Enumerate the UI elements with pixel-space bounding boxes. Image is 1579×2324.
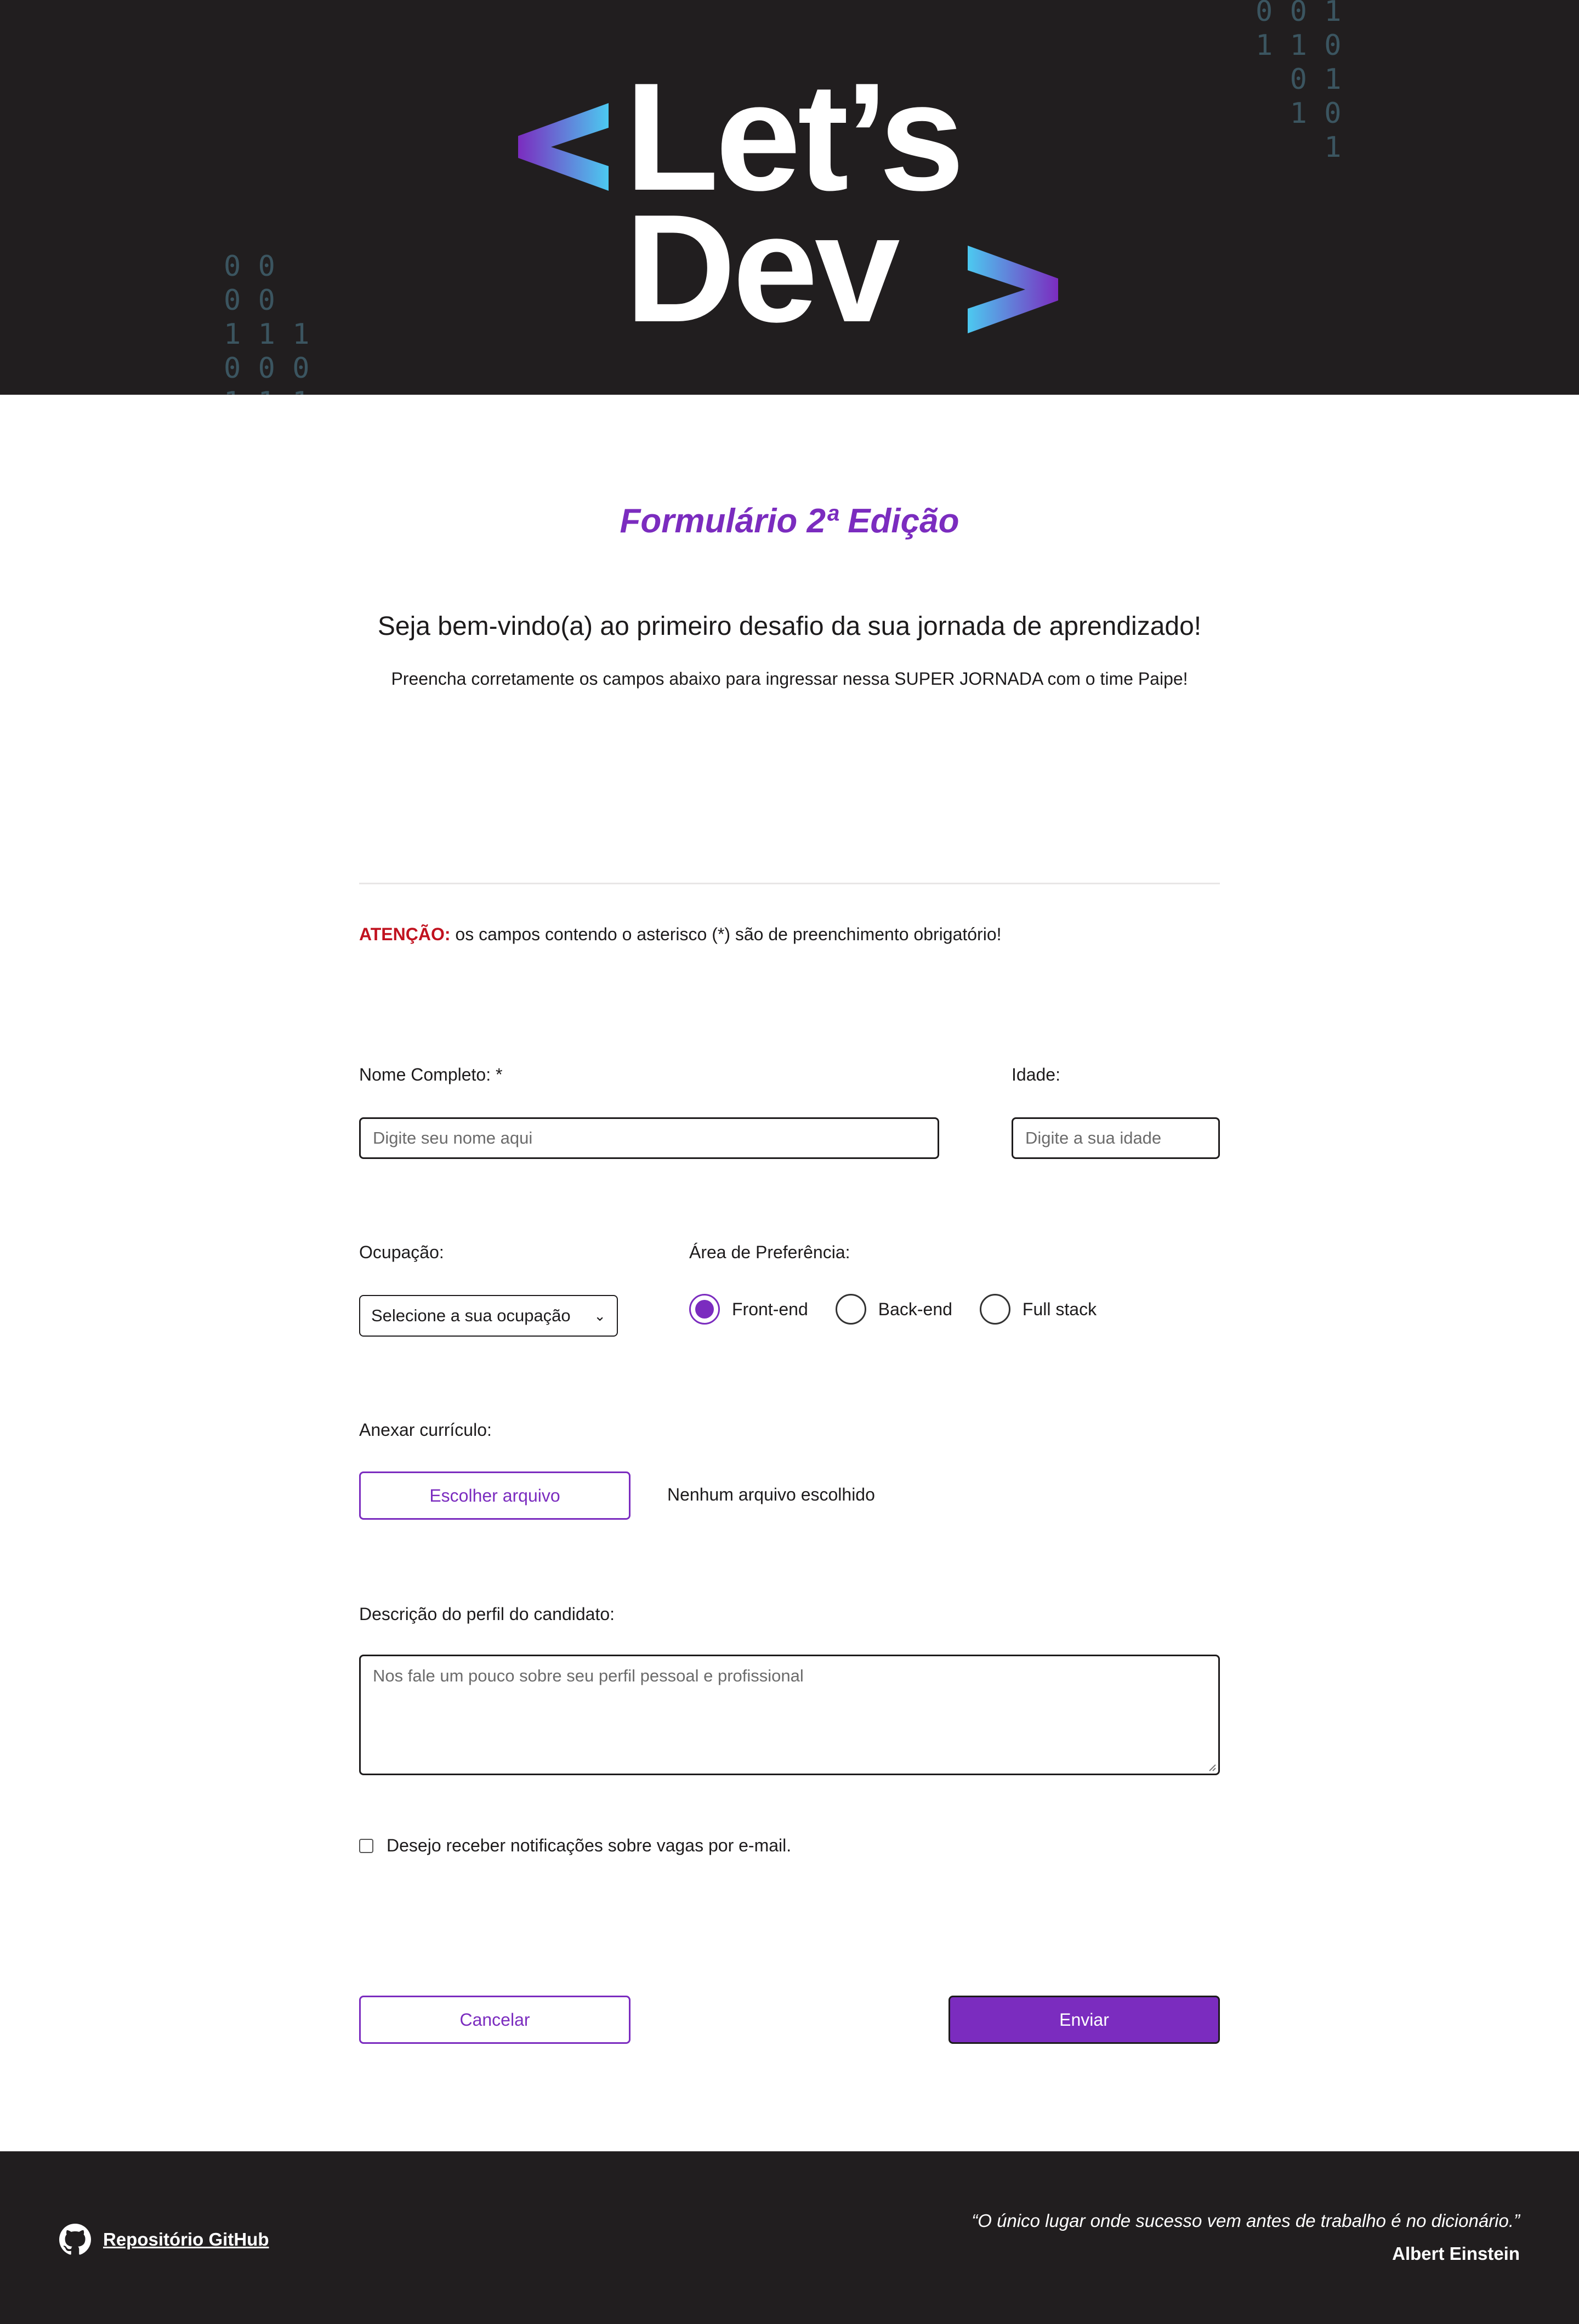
resume-label: Anexar currículo: bbox=[359, 1420, 492, 1440]
radio-back-end[interactable]: Back-end bbox=[835, 1294, 952, 1325]
notify-checkbox[interactable] bbox=[359, 1838, 373, 1853]
github-link[interactable]: Repositório GitHub bbox=[59, 2224, 269, 2255]
occupation-label: Ocupação: bbox=[359, 1242, 444, 1262]
header-banner: 0 0 0 0 1 1 1 0 0 0 1 1 1 0 0 1 1 1 0 0 … bbox=[0, 0, 1579, 395]
area-label: Área de Preferência: bbox=[689, 1242, 850, 1262]
binary-decoration-right: 0 0 1 1 1 0 0 1 1 0 1 bbox=[1256, 0, 1342, 164]
welcome-subtitle: Preencha corretamente os campos abaixo p… bbox=[391, 669, 1188, 689]
name-input[interactable]: Digite seu nome aqui bbox=[359, 1117, 939, 1159]
quote-author: Albert Einstein bbox=[1392, 2243, 1520, 2264]
radio-full-stack[interactable]: Full stack bbox=[979, 1294, 1097, 1325]
radio-label-full-stack: Full stack bbox=[1022, 1299, 1097, 1319]
age-input[interactable]: Digite a sua idade bbox=[1012, 1117, 1220, 1159]
notify-label: Desejo receber notificações sobre vagas … bbox=[387, 1836, 792, 1855]
required-notice: ATENÇÃO: os campos contendo o asterisco … bbox=[359, 924, 1002, 945]
attention-label: ATENÇÃO: bbox=[359, 924, 451, 944]
logo-word-dev: Dev bbox=[625, 183, 900, 354]
footer-quote: “O único lugar onde sucesso vem antes de… bbox=[972, 2211, 1520, 2264]
area-radio-group: Front-end Back-end Full stack bbox=[689, 1294, 1124, 1325]
description-placeholder: Nos fale um pouco sobre seu perfil pesso… bbox=[373, 1666, 804, 1685]
file-status-text: Nenhum arquivo escolhido bbox=[667, 1485, 875, 1504]
notify-checkbox-row[interactable]: Desejo receber notificações sobre vagas … bbox=[359, 1836, 791, 1856]
occupation-selected-value: Selecione a sua ocupação bbox=[371, 1306, 571, 1325]
footer: Repositório GitHub “O único lugar onde s… bbox=[0, 2151, 1579, 2324]
welcome-heading: Seja bem-vindo(a) ao primeiro desafio da… bbox=[377, 612, 1202, 641]
age-label: Idade: bbox=[1012, 1065, 1060, 1084]
logo-bracket-left-icon bbox=[518, 103, 609, 191]
chevron-down-icon: ⌄ bbox=[594, 1307, 606, 1324]
lets-dev-logo: Let’s Dev bbox=[515, 60, 1069, 345]
radio-front-end[interactable]: Front-end bbox=[689, 1294, 808, 1325]
binary-decoration-left: 0 0 0 0 1 1 1 0 0 0 1 1 1 bbox=[224, 250, 310, 395]
submit-button[interactable]: Enviar bbox=[948, 1996, 1220, 2044]
occupation-select[interactable]: Selecione a sua ocupação ⌄ bbox=[359, 1295, 618, 1337]
radio-label-front-end: Front-end bbox=[732, 1299, 808, 1319]
logo-bracket-right-icon bbox=[968, 246, 1058, 333]
quote-text: “O único lugar onde sucesso vem antes de… bbox=[972, 2211, 1520, 2231]
github-link-label: Repositório GitHub bbox=[103, 2229, 269, 2249]
attention-text: os campos contendo o asterisco (*) são d… bbox=[450, 924, 1002, 944]
section-divider bbox=[359, 883, 1220, 884]
radio-label-back-end: Back-end bbox=[878, 1299, 952, 1319]
description-label: Descrição do perfil do candidato: bbox=[359, 1604, 615, 1624]
page-title: Formulário 2ª Edição bbox=[620, 502, 959, 540]
description-textarea[interactable]: Nos fale um pouco sobre seu perfil pesso… bbox=[359, 1655, 1220, 1775]
resize-handle-icon[interactable] bbox=[1207, 1763, 1216, 1771]
cancel-button[interactable]: Cancelar bbox=[359, 1996, 631, 2044]
radio-unchecked-icon[interactable] bbox=[835, 1294, 866, 1325]
radio-checked-icon[interactable] bbox=[689, 1294, 720, 1325]
radio-unchecked-icon[interactable] bbox=[979, 1294, 1010, 1325]
choose-file-button[interactable]: Escolher arquivo bbox=[359, 1471, 631, 1520]
github-icon bbox=[59, 2224, 91, 2255]
name-label: Nome Completo: * bbox=[359, 1065, 503, 1084]
